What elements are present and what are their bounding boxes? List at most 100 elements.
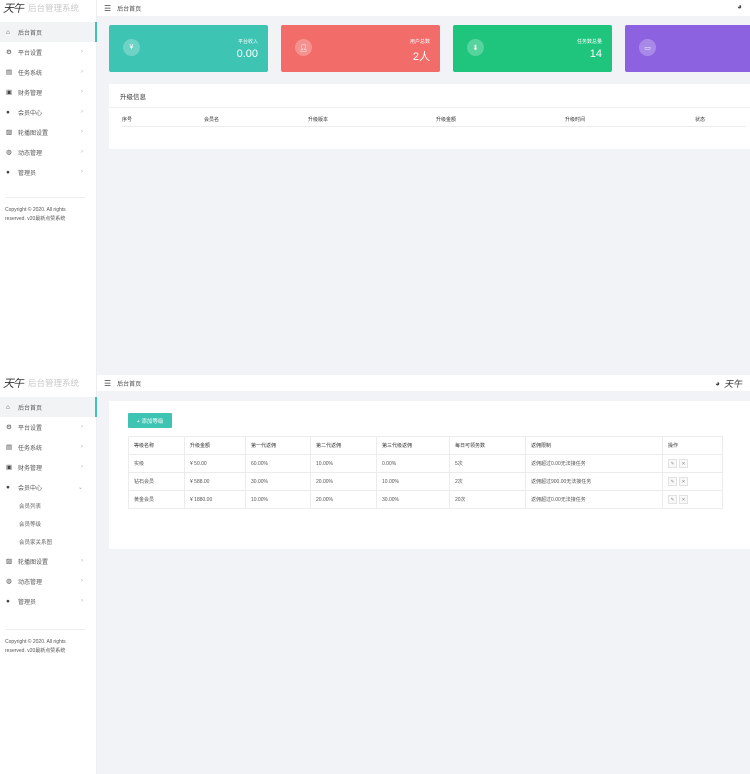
chevron-right-icon: ›	[81, 129, 83, 135]
brand-logo: 天午	[3, 2, 24, 15]
sidebar-item-tasks[interactable]: ▤ 任务系统 ›	[0, 437, 96, 457]
brand-name: 后台管理系统	[28, 3, 80, 13]
chevron-right-icon: ›	[81, 49, 83, 55]
column-header: 升级时间	[565, 116, 586, 123]
second-gen-rebate: 20.00%	[310, 490, 377, 509]
sidebar-item-finance[interactable]: ▣ 财务管理 ›	[0, 82, 96, 102]
stat-label: 任务数总量	[576, 39, 602, 45]
brand[interactable]: 天午 后台管理系统	[0, 375, 96, 391]
sidebar-item-news[interactable]: ◍ 动态管理 ›	[0, 571, 96, 591]
breadcrumb: 后台首页	[117, 6, 142, 13]
column-header: 返佣限制	[525, 436, 663, 455]
sidebar-item-members[interactable]: ● 会员中心 ›	[0, 102, 96, 122]
chevron-right-icon: ›	[81, 169, 83, 175]
menu-toggle-icon[interactable]: ☰	[104, 379, 111, 388]
submenu-member-levels[interactable]: 会员等级	[0, 515, 96, 533]
avatar[interactable]: 天午	[724, 377, 742, 390]
sidebar: 天午 后台管理系统 ⌂ 后台首页 ⚙ 平台设置 › ▤ 任务系统 › ▣ 财务管…	[0, 0, 97, 378]
submenu-member-relations[interactable]: 会员家关系图	[0, 533, 96, 551]
row-actions: ✎ ✕	[662, 490, 723, 509]
chevron-right-icon: ›	[81, 444, 83, 450]
brand[interactable]: 天午 后台管理系统	[0, 0, 96, 16]
column-header: 等级名称	[128, 436, 185, 455]
edit-icon[interactable]: ✎	[668, 459, 677, 468]
dashboard-screen: 天午 后台管理系统 ⌂ 后台首页 ⚙ 平台设置 › ▤ 任务系统 › ▣ 财务管…	[0, 0, 750, 378]
member-levels-table: 等级名称 升级金额 第一代返佣 第二代返佣 第三代级返佣 每日可领务数 返佣限制…	[128, 436, 723, 509]
second-gen-rebate: 10.00%	[310, 454, 377, 473]
globe-icon: ◍	[6, 578, 12, 585]
sidebar-item-news[interactable]: ◍ 动态管理 ›	[0, 142, 96, 162]
admin-icon: ●	[6, 597, 10, 605]
sidebar-item-label: 任务系统	[18, 70, 43, 77]
sidebar-item-home[interactable]: ⌂ 后台首页	[0, 397, 97, 417]
image-icon: ▨	[6, 129, 13, 136]
delete-icon[interactable]: ✕	[679, 459, 688, 468]
sidebar-nav: ⌂ 后台首页 ⚙ 平台设置 › ▤ 任务系统 › ▣ 财务管理 › ● 会员中心	[0, 22, 97, 182]
third-gen-rebate: 30.00%	[376, 490, 450, 509]
delete-icon[interactable]: ✕	[679, 495, 688, 504]
chevron-right-icon: ›	[81, 149, 83, 155]
upgrade-table-header: 序号 会员名 升级版本 升级金额 升级时间 状态	[122, 112, 746, 127]
row-actions: ✎ ✕	[662, 472, 723, 491]
brand-logo: 天午	[3, 377, 24, 390]
column-header: 第三代级返佣	[376, 436, 450, 455]
sidebar-item-label: 任务系统	[18, 445, 43, 452]
table-row: 黄金会员 ¥ 1880.00 10.00% 20.00% 30.00% 20次 …	[128, 490, 723, 509]
sidebar: 天午 后台管理系统 ⌂ 后台首页 ⚙ 平台设置 › ▤ 任务系统 › ▣ 财务管…	[0, 375, 97, 774]
sidebar-item-platform[interactable]: ⚙ 平台设置 ›	[0, 42, 96, 62]
download-icon: ⬇	[467, 39, 484, 56]
sidebar-item-tasks[interactable]: ▤ 任务系统 ›	[0, 62, 96, 82]
gear-icon: ⚙	[6, 49, 12, 56]
money-icon: ▣	[6, 89, 13, 96]
first-gen-rebate: 10.00%	[245, 490, 311, 509]
second-gen-rebate: 20.00%	[310, 472, 377, 491]
sidebar-item-label: 平台设置	[18, 50, 43, 57]
stat-value: 14	[589, 48, 602, 60]
submenu-member-list[interactable]: 会员列表	[0, 497, 96, 515]
stat-card-users: 👤︎ 用户总数 2人	[281, 25, 440, 72]
copyright: Copyright © 2020. All rights reserved. v…	[5, 629, 85, 656]
sidebar-item-banners[interactable]: ▨ 轮播图设置 ›	[0, 551, 96, 571]
level-name: 黄金会员	[128, 490, 185, 509]
column-header: 每日可领务数	[449, 436, 526, 455]
main-content: + 添加等级 等级名称 升级金额 第一代返佣 第二代返佣 第三代级返佣 每日可领…	[97, 391, 750, 774]
palette-icon[interactable]: ◕	[715, 379, 720, 388]
delete-icon[interactable]: ✕	[679, 477, 688, 486]
sidebar-item-admins[interactable]: ● 管理员 ›	[0, 591, 96, 611]
menu-toggle-icon[interactable]: ☰	[104, 4, 111, 13]
chevron-right-icon: ›	[81, 69, 83, 75]
edit-icon[interactable]: ✎	[668, 495, 677, 504]
sidebar-nav: ⌂ 后台首页 ⚙ 平台设置 › ▤ 任务系统 › ▣ 财务管理 › ● 会员中心	[0, 397, 97, 611]
sidebar-item-label: 动态管理	[18, 150, 43, 157]
first-gen-rebate: 60.00%	[245, 454, 311, 473]
level-name: 钻石会员	[128, 472, 185, 491]
column-header: 升级金额	[436, 116, 457, 123]
sidebar-item-admins[interactable]: ● 管理员 ›	[0, 162, 96, 182]
brand-name: 后台管理系统	[28, 378, 80, 388]
edit-icon[interactable]: ✎	[668, 477, 677, 486]
user-icon: ●	[6, 483, 10, 491]
sidebar-item-platform[interactable]: ⚙ 平台设置 ›	[0, 417, 96, 437]
first-gen-rebate: 30.00%	[245, 472, 311, 491]
upgrade-amount: ¥ 1880.00	[184, 490, 246, 509]
sidebar-item-banners[interactable]: ▨ 轮播图设置 ›	[0, 122, 96, 142]
sidebar-item-label: 会员中心	[18, 110, 43, 117]
sidebar-item-members[interactable]: ● 会员中心 ⌄	[0, 477, 96, 497]
breadcrumb: 后台首页	[117, 381, 142, 388]
member-levels-panel: + 添加等级 等级名称 升级金额 第一代返佣 第二代返佣 第三代级返佣 每日可领…	[109, 401, 750, 549]
chevron-right-icon: ›	[81, 558, 83, 564]
chevron-right-icon: ›	[81, 109, 83, 115]
rebate-limit: 返佣超过0.00无法接任务	[525, 490, 663, 509]
stat-card-tasks: ⬇ 任务数总量 14	[453, 25, 612, 72]
upgrade-amount: ¥ 50.00	[184, 454, 246, 473]
sidebar-item-finance[interactable]: ▣ 财务管理 ›	[0, 457, 96, 477]
add-level-button[interactable]: + 添加等级	[128, 413, 172, 428]
sidebar-item-label: 管理员	[18, 170, 37, 177]
sidebar-item-label: 财务管理	[18, 465, 43, 472]
list-icon: ▤	[6, 444, 13, 451]
topbar: ☰ 后台首页 ◕	[97, 0, 750, 16]
sidebar-item-home[interactable]: ⌂ 后台首页	[0, 22, 97, 42]
table-row: 实级 ¥ 50.00 60.00% 10.00% 0.00% 5次 返佣超过0.…	[128, 454, 723, 473]
column-header: 升级版本	[308, 116, 329, 123]
palette-icon[interactable]: ◕	[737, 2, 742, 11]
